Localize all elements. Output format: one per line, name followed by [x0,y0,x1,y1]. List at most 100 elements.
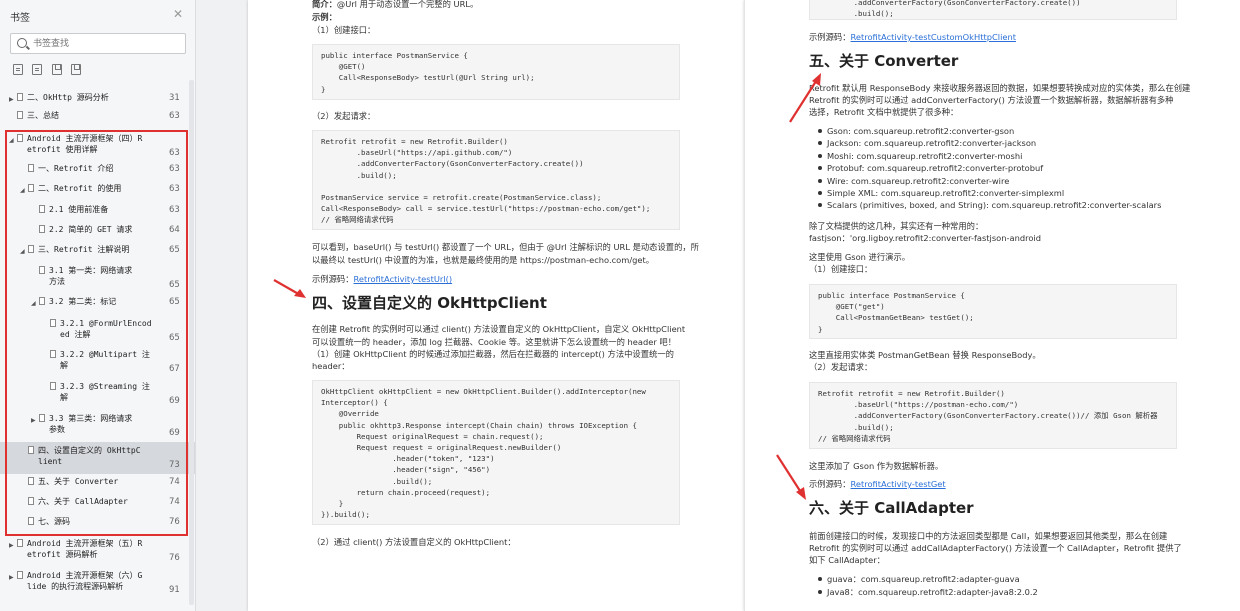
collapse-arrow-icon[interactable]: ◢ [31,298,36,309]
bookmark-page-number: 64 [169,225,180,235]
bookmark-page-number: 67 [169,364,180,374]
example-label: 示例： [312,12,337,22]
sample1-link[interactable]: RetrofitActivity-testCustomOkHttpClient [851,32,1017,42]
bookmark-label: 2.2 简单的 GET 请求 [49,225,133,234]
p2-para2-line1: 除了文档提供的这几种，其实还有一种常用的： [809,221,984,231]
bookmark-label: 3.3 第三类：网络请求 参数 [49,414,133,434]
bookmark-page-icon [50,350,56,358]
bookmark-label: 3.1 第一类：网络请求 方法 [49,266,133,286]
bookmark-page-number: 76 [169,517,180,527]
bookmark-label: Android 主流开源框架（四）R etrofit 使用详解 [27,134,143,154]
calladapter-list-item: guava：com.squareup.retrofit2:adapter-gua… [818,574,1020,584]
code-block-3: OkHttpClient okHttpClient = new OkHttpCl… [312,380,680,525]
intro-line: 简介：@Url 用于动态设置一个完整的 URL。 [312,0,478,10]
p2-para5: 这里添加了 Gson 作为数据解析器。 [809,461,944,471]
sample-label: 示例源码： [312,274,354,284]
bookmark-page-number: 63 [169,111,180,121]
expand-arrow-icon[interactable]: ▶ [9,572,14,583]
bookmark-label: 三、总结 [27,111,59,120]
p2-step2: （2）发起请求： [809,362,873,372]
para2-line2: 可以设置统一的 header，添加 log 拦截器、Cookie 等。这里就讲下… [312,337,676,347]
bookmark-page-icon [50,382,56,390]
bookmark-item[interactable]: 2.1 使用前准备 63 [0,201,195,221]
converter-list-item: Protobuf: com.squareup.retrofit2:convert… [817,163,1044,174]
bookmark-page-number: 69 [169,396,180,406]
bookmark-page-icon [50,319,56,327]
converter-list-item: Moshi: com.squareup.retrofit2:converter-… [817,150,1023,161]
p2-para4: 这里直接用实体类 PostmanGetBean 替换 ResponseBody。 [809,350,1041,360]
converter-list-item: Gson: com.squareup.retrofit2:converter-g… [817,126,1015,136]
bookmark-page-number: 73 [169,460,180,470]
bookmark-label: 3.2.2 @Multipart 注 解 [60,350,150,370]
bookmark-page-icon [39,205,45,213]
collapse-arrow-icon[interactable]: ◢ [20,185,25,196]
collapse-arrow-icon[interactable]: ◢ [9,135,14,146]
bookmarks-panel: 书签 ✕ ▶二、OkHttp 源码分析31三、总结63◢Android 主流开源… [0,0,196,611]
section-heading-6: 六、关于 CallAdapter [809,499,974,517]
bookmark-label: 六、关于 CallAdapter [38,497,128,506]
sample-link[interactable]: RetrofitActivity-testUrl() [354,274,453,284]
section-heading-4: 四、设置自定义的 OkHttpClient [312,294,547,312]
expand-arrow-icon[interactable]: ▶ [9,540,14,551]
bookmark-page-number: 63 [169,184,180,194]
bookmark-item[interactable]: 七、源码 76 [0,513,195,533]
bookmark-page-icon [17,134,23,142]
bookmark-item[interactable]: ▶ 二、OkHttp 源码分析 31 [0,89,195,109]
bookmark-item[interactable]: ▶ Android 主流开源框架（六）G lide 的执行流程源码解析 91 [0,567,195,599]
bookmark-item[interactable]: 五、关于 Converter 74 [0,473,195,493]
p2-step1: （1）创建接口： [809,264,873,274]
bookmark-item[interactable]: 3.2.1 @FormUrlEncod ed 注解 65 [0,315,195,347]
bookmark-item[interactable]: 2.2 简单的 GET 请求 64 [0,221,195,241]
bookmark-item[interactable]: 3.2.3 @Streaming 注 解 69 [0,378,195,410]
converter-list-item: Jackson: com.squareup.retrofit2:converte… [817,138,1037,149]
para2-line1: 在创建 Retrofit 的实例时可以通过 client() 方法设置自定义的 … [312,324,686,334]
bookmark-label: 一、Retrofit 介绍 [38,164,114,173]
expand-arrow-icon[interactable]: ▶ [9,94,14,105]
code-block-top: .addConverterFactory(GsonConverterFactor… [809,0,1177,20]
bookmark-label: 三、Retrofit 注解说明 [38,245,130,254]
bookmark-page-icon [28,477,34,485]
p2-para2-line2: fastjson：'org.ligboy.retrofit2:converter… [809,233,1041,243]
bookmark-item[interactable]: ◢ 三、Retrofit 注解说明 65 [0,241,195,261]
step3-text: （2）通过 client() 方法设置自定义的 OkHttpClient： [312,537,516,547]
bookmark-item[interactable]: ◢ 二、Retrofit 的使用 63 [0,180,195,200]
bookmark-item[interactable]: 六、关于 CallAdapter 74 [0,493,195,513]
p2-para6-line1: 前面创建接口的时候，发现接口中的方法返回类型都是 Call，如果想要返回其他类型… [809,531,1168,541]
bookmark-item[interactable]: ▶ Android 主流开源框架（五）R etrofit 源码解析 76 [0,535,195,567]
bookmark-page-number: 65 [169,245,180,255]
bookmark-page-icon [28,184,34,192]
bookmark-item[interactable]: ◢ Android 主流开源框架（四）R etrofit 使用详解 63 [0,130,195,162]
sidebar-scrollbar[interactable] [189,80,194,605]
bookmark-label: Android 主流开源框架（六）G lide 的执行流程源码解析 [27,571,143,591]
sample2-link[interactable]: RetrofitActivity-testGet [851,479,946,489]
sample2-line: 示例源码：RetrofitActivity-testGet [809,478,946,490]
bookmark-page-icon [39,414,45,422]
para1-line1: 可以看到，baseUrl() 与 testUrl() 都设置了一个 URL，但由… [312,242,699,252]
bookmark-label: 3.2.3 @Streaming 注 解 [60,382,150,402]
bookmark-page-number: 74 [169,497,180,507]
intro-label: 简介： [312,0,337,9]
bookmark-page-icon [17,539,23,547]
p2-para1-line3: 选择，Retrofit 文档中就提供了很多种： [809,107,959,117]
expand-arrow-icon[interactable]: ▶ [31,415,36,426]
bookmark-page-icon [17,111,23,119]
converter-list-item: Wire: com.squareup.retrofit2:converter-w… [817,175,1010,186]
p2-para6-line2: Retrofit 的实例时可以通过 addCallAdapterFactory(… [809,543,1182,553]
bookmark-item[interactable]: 3.2.2 @Multipart 注 解 67 [0,346,195,378]
bookmark-item[interactable]: ▶ 3.3 第三类：网络请求 参数 69 [0,410,195,442]
para2-line3: （1）创建 OkHttpClient 的时候通过添加拦截器，然后在拦截器的 in… [312,349,674,359]
bookmark-item[interactable]: 3.1 第一类：网络请求 方法 65 [0,262,195,294]
bookmark-page-number: 65 [169,280,180,290]
bookmark-item[interactable]: 三、总结 63 [0,107,195,127]
bookmark-page-icon [28,446,34,454]
bookmark-item[interactable]: 一、Retrofit 介绍 63 [0,160,195,180]
bookmark-page-number: 76 [169,553,180,563]
collapse-arrow-icon[interactable]: ◢ [20,246,25,257]
bookmark-page-number: 31 [169,93,180,103]
code-block-2: Retrofit retrofit = new Retrofit.Builder… [312,130,680,230]
bookmark-label: 2.1 使用前准备 [49,205,109,214]
bookmark-page-number: 63 [169,164,180,174]
para2-line4: header： [312,361,350,371]
bookmark-item[interactable]: 四、设置自定义的 OkHttpC lient 73 [0,442,195,474]
bookmark-item[interactable]: ◢ 3.2 第二类：标记 65 [0,293,195,313]
